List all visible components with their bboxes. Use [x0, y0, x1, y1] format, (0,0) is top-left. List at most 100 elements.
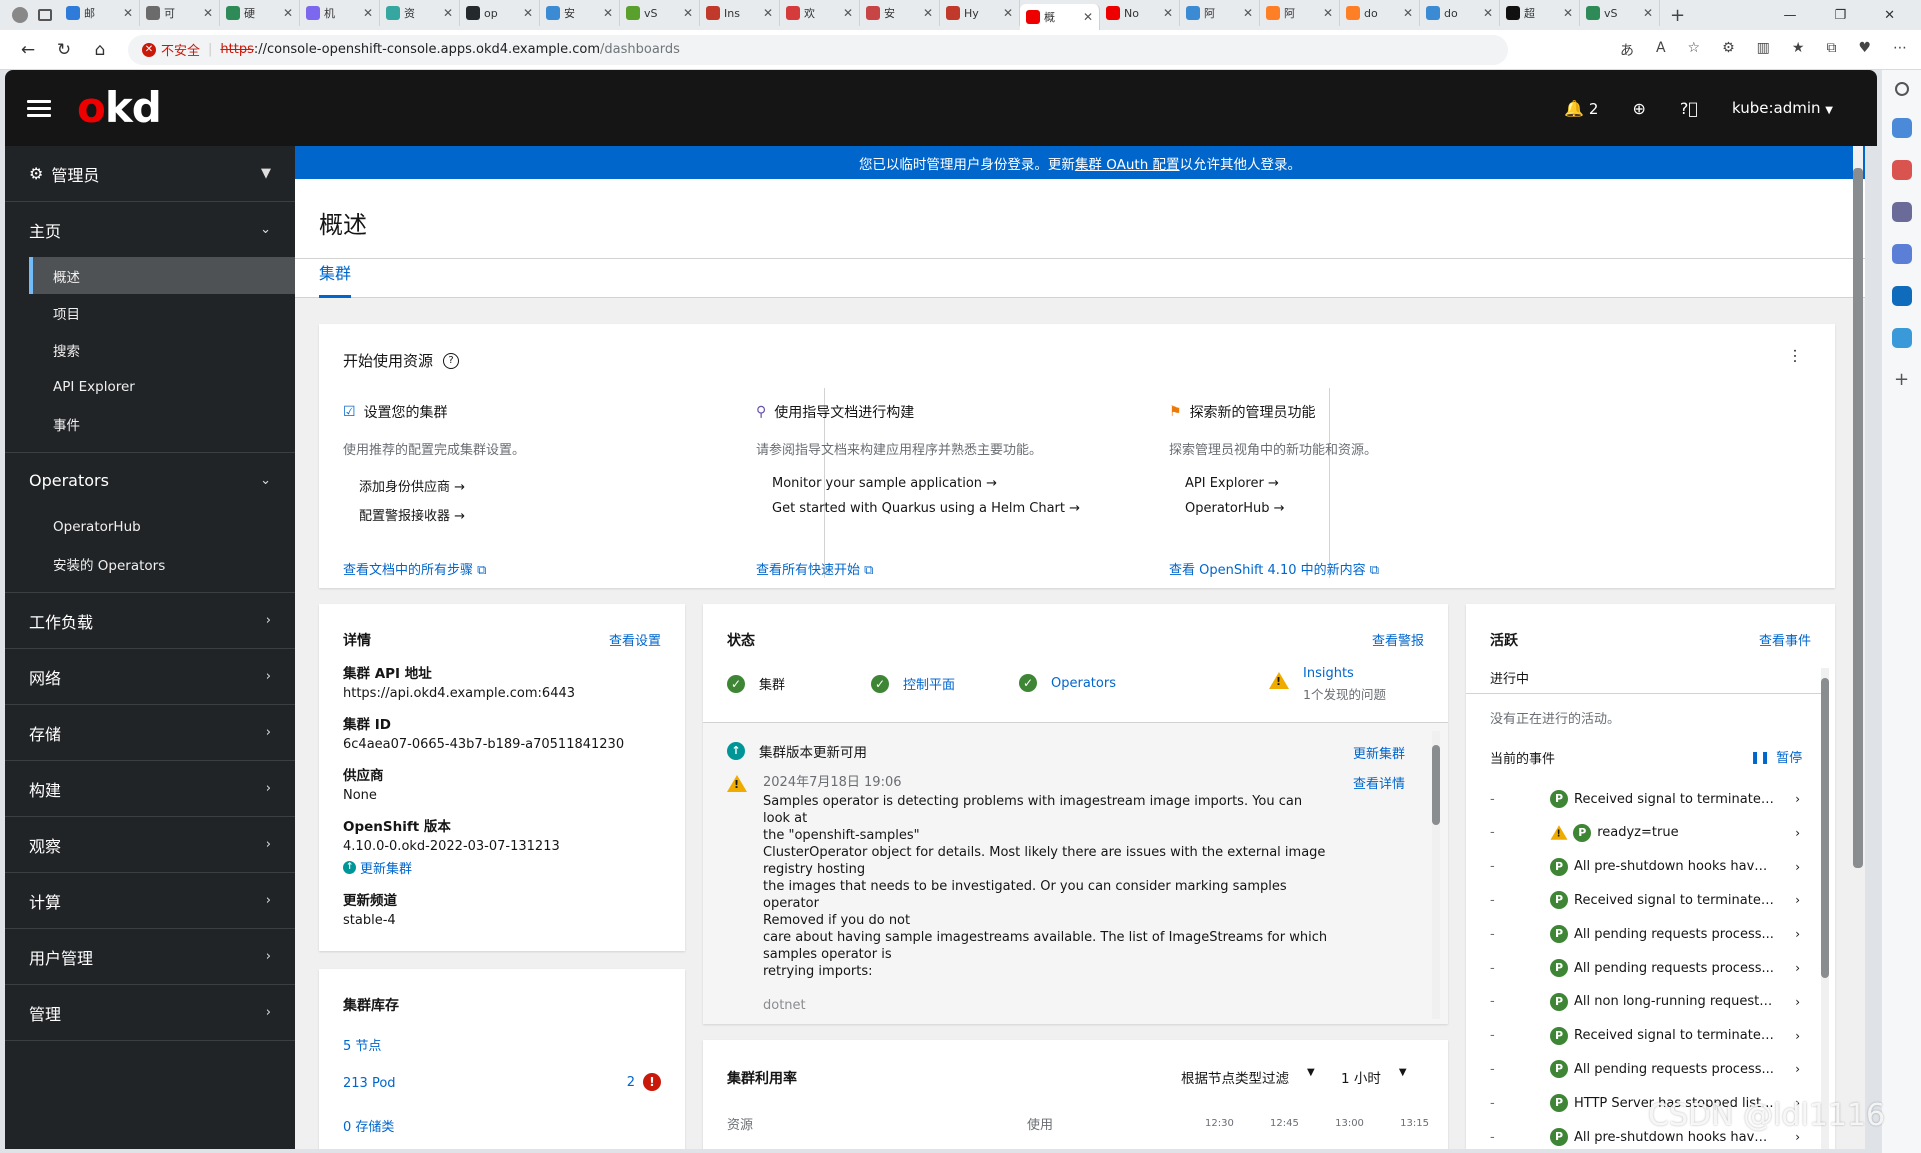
event-row[interactable]: - P All pending requests process... › [1490, 917, 1800, 951]
close-tab-icon[interactable]: ✕ [1003, 6, 1013, 20]
nav-toggle-home[interactable]: 主页 ⌄ [5, 202, 295, 257]
update-cluster-button[interactable]: 更新集群 [1353, 743, 1405, 762]
status-item[interactable]: ✓ 控制平面 [871, 674, 955, 693]
add-sidebar-icon[interactable]: + [1892, 370, 1912, 390]
chevron-right-icon[interactable]: › [1795, 961, 1800, 975]
extensions-icon[interactable]: ⚙ [1722, 40, 1735, 60]
nav-section-0[interactable]: 工作负载 › [5, 593, 295, 649]
back-icon[interactable]: ← [10, 40, 46, 60]
more-icon[interactable]: ⋯ [1893, 40, 1907, 60]
office-icon[interactable] [1891, 244, 1912, 264]
insights-link[interactable]: Insights [1303, 666, 1354, 681]
close-tab-icon[interactable]: ✕ [763, 6, 773, 20]
sidebar-item-home-3[interactable]: API Explorer [5, 368, 295, 405]
browser-tab[interactable]: 概 ✕ [1020, 4, 1100, 30]
close-tab-icon[interactable]: ✕ [1483, 6, 1493, 20]
sidebar-item-home-0[interactable]: 概述 [29, 257, 295, 294]
chevron-right-icon[interactable]: › [1795, 1029, 1800, 1043]
pod-errors[interactable]: 2 ! [627, 1073, 661, 1091]
close-tab-icon[interactable]: ✕ [603, 6, 613, 20]
browser-tab[interactable]: vS ✕ [620, 0, 700, 26]
event-row[interactable]: - P Received signal to terminate, ... › [1490, 883, 1800, 917]
close-tab-icon[interactable]: ✕ [1083, 10, 1093, 24]
close-tab-icon[interactable]: ✕ [1643, 6, 1653, 20]
games-icon[interactable] [1891, 202, 1912, 222]
close-tab-icon[interactable]: ✕ [283, 6, 293, 20]
close-window-icon[interactable]: ✕ [1884, 8, 1895, 23]
help-icon[interactable]: ?⃝ [1680, 99, 1698, 118]
tab-cluster[interactable]: 集群 [319, 259, 352, 298]
browser-tab[interactable]: 资 ✕ [380, 0, 460, 26]
event-row[interactable]: - Preadyz=true › [1490, 816, 1800, 850]
chevron-right-icon[interactable]: › [1795, 995, 1800, 1009]
sidebar-item-home-1[interactable]: 项目 [5, 294, 295, 331]
profile-icon[interactable] [12, 7, 28, 23]
close-tab-icon[interactable]: ✕ [443, 6, 453, 20]
node-type-filter[interactable]: 根据节点类型过滤 ▼ [1181, 1067, 1315, 1087]
browser-tab[interactable]: vS ✕ [1580, 0, 1660, 26]
browser-tab[interactable]: 安 ✕ [860, 0, 940, 26]
activity-scrollbar[interactable] [1821, 668, 1829, 1149]
kebab-menu-icon[interactable]: ⋯ [1786, 348, 1805, 364]
activity-scroll-thumb[interactable] [1821, 678, 1829, 978]
read-aloud-icon[interactable]: A [1656, 40, 1666, 60]
help-circle-icon[interactable]: ? [443, 352, 460, 369]
pause-button[interactable]: ❚❚ 暂停 [1750, 747, 1802, 767]
quick-link[interactable]: Get started with Quarkus using a Helm Ch… [772, 501, 1136, 516]
browser-tab[interactable]: 邮 ✕ [60, 0, 140, 26]
browser-tab[interactable]: 可 ✕ [140, 0, 220, 26]
nav-section-6[interactable]: 用户管理 › [5, 929, 295, 985]
notifications-button[interactable]: 🔔 2 [1564, 99, 1598, 118]
time-range-select[interactable]: 1 小时 ▼ [1341, 1067, 1407, 1087]
alerts-scroll-thumb[interactable] [1432, 745, 1440, 825]
browser-tab[interactable]: 阿 ✕ [1260, 0, 1340, 26]
browser-tab[interactable]: 阿 ✕ [1180, 0, 1260, 26]
favorites-icon[interactable]: ★ [1792, 40, 1805, 60]
send-icon[interactable] [1891, 328, 1912, 348]
browser-tab[interactable]: Ins ✕ [700, 0, 780, 26]
nodes-link[interactable]: 5 节点 [343, 1035, 381, 1054]
update-cluster-link[interactable]: 更新集群 [360, 858, 412, 877]
close-tab-icon[interactable]: ✕ [1323, 6, 1333, 20]
search-icon[interactable] [1894, 82, 1909, 96]
chevron-right-icon[interactable]: › [1795, 1062, 1800, 1076]
chevron-right-icon[interactable]: › [1795, 927, 1800, 941]
event-row[interactable]: - P Received signal to terminate, ... › [1490, 782, 1800, 816]
browser-tab[interactable]: 超 ✕ [1500, 0, 1580, 26]
browser-tab[interactable]: No ✕ [1100, 0, 1180, 26]
page-scroll-thumb[interactable] [1853, 168, 1863, 868]
favorite-star-icon[interactable]: ☆ [1688, 40, 1701, 60]
okd-logo[interactable]: okd [77, 87, 162, 129]
chevron-right-icon[interactable]: › [1795, 893, 1800, 907]
close-tab-icon[interactable]: ✕ [1163, 6, 1173, 20]
minimize-icon[interactable]: — [1783, 8, 1796, 23]
home-icon[interactable]: ⌂ [82, 40, 118, 60]
performance-icon[interactable]: ♥ [1858, 40, 1871, 60]
close-tab-icon[interactable]: ✕ [203, 6, 213, 20]
quick-link[interactable]: API Explorer → [1185, 476, 1549, 491]
sidebar-item-home-2[interactable]: 搜索 [5, 331, 295, 368]
collections-icon[interactable]: ⧉ [1826, 40, 1836, 60]
column-footer-link[interactable]: 查看文档中的所有步骤 ⧉ [343, 559, 486, 578]
sidebar-item-home-4[interactable]: 事件 [5, 405, 295, 442]
browser-tab[interactable]: Hy ✕ [940, 0, 1020, 26]
close-tab-icon[interactable]: ✕ [683, 6, 693, 20]
nav-toggle-operators[interactable]: Operators ⌄ [5, 453, 295, 508]
split-screen-icon[interactable]: ▥ [1757, 40, 1770, 60]
tab-actions-icon[interactable] [38, 9, 52, 21]
browser-tab[interactable]: 欢 ✕ [780, 0, 860, 26]
reload-icon[interactable]: ↻ [46, 40, 82, 60]
quick-link[interactable]: 配置警报接收器 → [359, 505, 723, 524]
hamburger-menu-icon[interactable] [27, 99, 51, 117]
view-alerts-link[interactable]: 查看警报 [1372, 630, 1424, 650]
browser-tab[interactable]: do ✕ [1420, 0, 1500, 26]
new-tab-icon[interactable]: + [1670, 5, 1685, 26]
view-details-link[interactable]: 查看详情 [1353, 773, 1405, 792]
translate-icon[interactable]: あ [1620, 40, 1634, 60]
column-footer-link[interactable]: 查看 OpenShift 4.10 中的新内容 ⧉ [1169, 559, 1379, 578]
tools-icon[interactable] [1891, 160, 1912, 180]
pods-link[interactable]: 213 Pod [343, 1076, 396, 1091]
url-field[interactable]: ✕ 不安全 | https://console-openshift-console… [128, 34, 1508, 65]
close-tab-icon[interactable]: ✕ [1563, 6, 1573, 20]
storage-classes-link[interactable]: 0 存储类 [343, 1116, 394, 1135]
